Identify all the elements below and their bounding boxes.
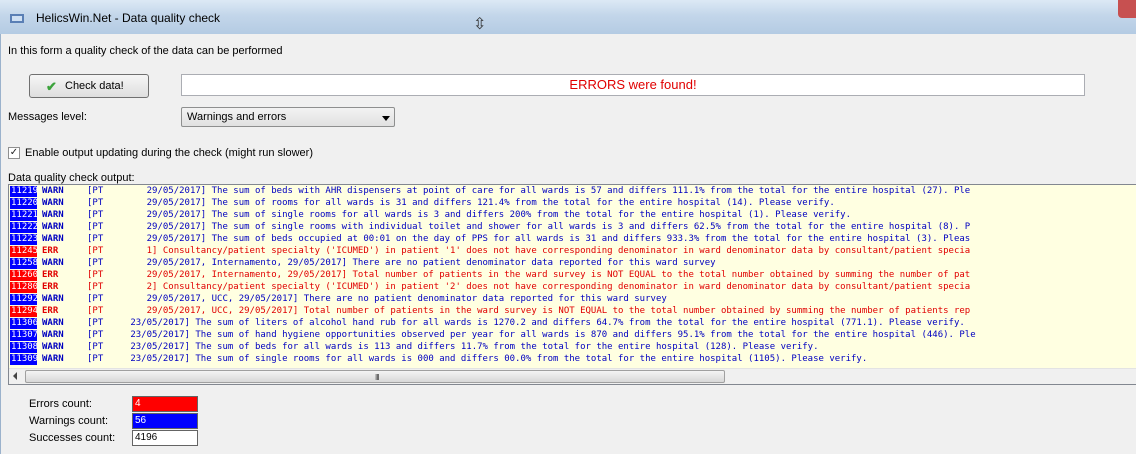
count-value: 4 — [132, 396, 198, 412]
resize-cursor-icon: ⇳ — [473, 16, 487, 33]
log-message: [PT 29/05/2017, UCC, 29/05/2017] Total n… — [87, 306, 971, 316]
scroll-left-icon[interactable] — [13, 372, 17, 380]
log-code: 11308 — [10, 342, 39, 353]
log-message: [PT 29/05/2017] The sum of beds occupied… — [87, 234, 971, 244]
checkmark-icon: ✔ — [46, 79, 57, 94]
log-message: [PT 23/05/2017] The sum of liters of alc… — [87, 318, 965, 328]
log-message: [PT 29/05/2017] The sum of single rooms … — [87, 222, 971, 232]
log-code: 11280 — [10, 282, 39, 293]
messages-level-value: Warnings and errors — [187, 111, 287, 123]
log-message: [PT 23/05/2017] The sum of beds for all … — [87, 342, 819, 352]
log-code: 11309 — [10, 354, 39, 365]
form-body: In this form a quality check of the data… — [0, 34, 1136, 454]
log-code: 11220 — [10, 198, 39, 209]
log-code: 11222 — [10, 222, 39, 233]
messages-level-label: Messages level: — [8, 111, 87, 123]
log-code: 11260 — [10, 270, 39, 281]
log-level: ERR — [42, 270, 59, 280]
log-level: WARN — [42, 234, 64, 244]
log-message: [PT 23/05/2017] The sum of hand hygiene … — [87, 330, 976, 340]
log-level: ERR — [42, 246, 59, 256]
log-level: WARN — [42, 186, 64, 196]
log-code: 11223 — [10, 234, 39, 245]
log-message: [PT 29/05/2017, Internamento, 29/05/2017… — [87, 258, 716, 268]
intro-text: In this form a quality check of the data… — [8, 45, 283, 57]
log-message: [PT 29/05/2017, Internamento, 29/05/2017… — [87, 270, 971, 280]
output-log[interactable]: 11219 WARN [PT 29/05/2017] The sum of beds… — [8, 184, 1136, 385]
count-value: 4196 — [132, 430, 198, 446]
enable-updating-label[interactable]: Enable output updating during the check … — [25, 147, 313, 159]
log-level: WARN — [42, 318, 64, 328]
status-message: ERRORS were found! — [181, 74, 1085, 96]
log-level: WARN — [42, 342, 64, 352]
log-message: [PT 23/05/2017] The sum of single rooms … — [87, 354, 868, 364]
log-code: 11306 — [10, 318, 39, 329]
title-bar: HelicsWin.Net - Data quality check ⇳ — [0, 0, 1136, 34]
log-level: ERR — [42, 306, 59, 316]
log-level: WARN — [42, 354, 64, 364]
log-message: [PT 29/05/2017] The sum of single rooms … — [87, 210, 852, 220]
grip-icon: III — [375, 373, 380, 382]
messages-level-dropdown[interactable]: Warnings and errors — [181, 107, 395, 127]
log-code: 11219 — [10, 186, 39, 197]
log-code: 11307 — [10, 330, 39, 341]
log-level: WARN — [42, 330, 64, 340]
log-message: [PT 2] Consultancy/patient specialty ('I… — [87, 282, 971, 292]
log-code: 11221 — [10, 210, 39, 221]
log-message: [PT 29/05/2017] The sum of rooms for all… — [87, 198, 835, 208]
log-level: WARN — [42, 294, 64, 304]
count-value: 56 — [132, 413, 198, 429]
log-level: ERR — [42, 282, 59, 292]
count-label: Successes count: — [29, 432, 116, 444]
log-level: WARN — [42, 210, 64, 220]
check-data-label: Check data! — [65, 80, 124, 92]
log-level: WARN — [42, 222, 64, 232]
close-button[interactable] — [1118, 0, 1136, 18]
horizontal-scrollbar[interactable]: III — [9, 368, 1136, 384]
output-label: Data quality check output: — [8, 172, 135, 184]
count-label: Errors count: — [29, 398, 92, 410]
log-message: [PT 29/05/2017] The sum of beds with AHR… — [87, 186, 971, 196]
log-code: 11245 — [10, 246, 39, 257]
log-level: WARN — [42, 198, 64, 208]
count-label: Warnings count: — [29, 415, 109, 427]
chevron-down-icon — [382, 116, 390, 121]
log-level: WARN — [42, 258, 64, 268]
log-code: 11294 — [10, 306, 39, 317]
app-icon — [10, 14, 24, 23]
log-code: 11292 — [10, 294, 39, 305]
log-message: [PT 1] Consultancy/patient specialty ('I… — [87, 246, 971, 256]
log-message: [PT 29/05/2017, UCC, 29/05/2017] There a… — [87, 294, 667, 304]
enable-updating-checkbox[interactable]: ✓ — [8, 147, 20, 159]
window-title: HelicsWin.Net - Data quality check — [36, 11, 221, 25]
check-data-button[interactable]: ✔ Check data! — [29, 74, 149, 98]
log-code: 11258 — [10, 258, 39, 269]
scrollbar-thumb[interactable]: III — [25, 370, 725, 383]
